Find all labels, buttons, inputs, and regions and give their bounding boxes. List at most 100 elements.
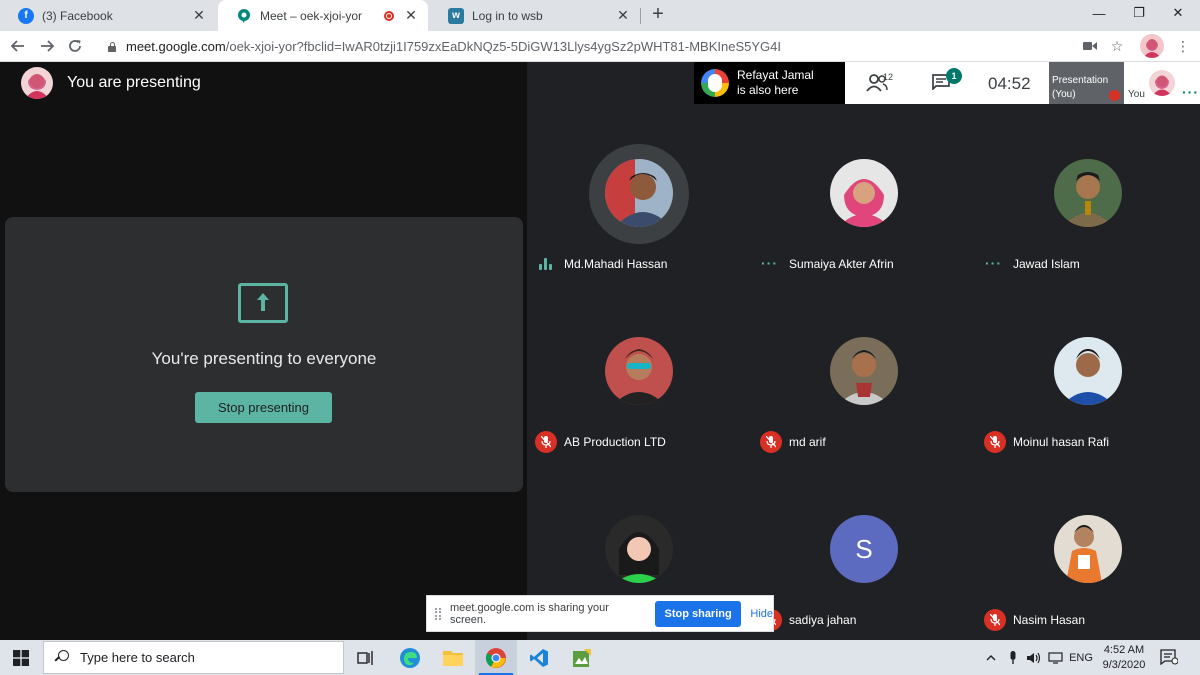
hide-button[interactable]: Hide [750, 608, 773, 620]
stop-sharing-button[interactable]: Stop sharing [654, 600, 742, 627]
chrome-icon[interactable] [475, 640, 517, 675]
stop-presenting-button[interactable]: Stop presenting [195, 392, 332, 423]
participant-name: AB Production LTD [564, 435, 666, 449]
notification-text: Refayat Jamal is also here [737, 68, 814, 98]
meet-window: You are presenting You're presenting to … [0, 62, 1200, 640]
more-options-icon[interactable]: ··· [1182, 84, 1199, 100]
participant-photo [1054, 515, 1122, 583]
edge-browser-icon[interactable] [389, 640, 431, 675]
presentation-area: You are presenting You're presenting to … [0, 62, 527, 640]
participant-tile[interactable]: AB Production LTD [527, 302, 751, 480]
profile-avatar[interactable] [1140, 34, 1164, 58]
self-tile-subtitle: (You) [1052, 89, 1076, 100]
file-explorer-icon[interactable] [432, 640, 474, 675]
participant-photo [1054, 159, 1122, 227]
participant-name: sadiya jahan [789, 613, 857, 627]
tab-title: Log in to wsb [472, 8, 543, 23]
microphone-icon[interactable] [1004, 640, 1022, 675]
participant-tile[interactable]: ··· Jawad Islam [976, 124, 1200, 302]
meet-icon [236, 7, 252, 24]
image-editor-icon[interactable] [561, 640, 603, 675]
mic-off-icon [984, 431, 1006, 453]
participant-tile[interactable]: md arif [752, 302, 976, 480]
reload-icon[interactable] [64, 35, 86, 57]
url-domain: meet.google.com [126, 39, 226, 54]
participant-photo [605, 337, 673, 405]
participant-tile[interactable]: Md.Mahadi Hassan [527, 124, 751, 302]
sharing-message: meet.google.com is sharing your screen. [449, 601, 609, 626]
url-path: /oek-xjoi-yor?fbclid=IwAR0tzji1I759zxEaD… [225, 39, 781, 54]
lock-icon[interactable] [107, 41, 117, 52]
drag-handle-icon[interactable] [435, 607, 441, 620]
notification-center-icon[interactable] [1160, 649, 1179, 666]
forward-icon[interactable] [36, 35, 58, 57]
participant-tile[interactable]: Moinul hasan Rafi [976, 302, 1200, 480]
participant-tile[interactable]: S sadiya jahan [752, 480, 976, 658]
activity-dots-icon: ··· [985, 255, 1002, 271]
address-bar[interactable]: meet.google.com/oek-xjoi-yor?fbclid=IwAR… [97, 34, 1137, 59]
avatar [21, 67, 53, 99]
participant-photo [830, 159, 898, 227]
back-icon[interactable] [7, 35, 29, 57]
windows-start-icon[interactable] [0, 640, 42, 675]
participant-photo [1054, 337, 1122, 405]
self-tile-title: Presentation [1052, 75, 1109, 86]
tab-separator [640, 8, 641, 24]
meeting-clock: 04:52 [988, 74, 1031, 93]
chrome-menu-icon[interactable]: ⋮ [1174, 37, 1192, 55]
activity-dots-icon: ··· [761, 255, 778, 271]
participant-name: md arif [789, 435, 826, 449]
close-tab-icon[interactable]: ✕ [190, 7, 208, 25]
speaking-wave-icon [539, 258, 553, 270]
taskbar-clock[interactable]: 4:52 AM 9/3/2020 [1098, 643, 1150, 673]
new-tab-icon[interactable]: + [648, 4, 668, 25]
avatar [701, 69, 729, 97]
mic-off-icon [760, 431, 782, 453]
bookmark-star-icon[interactable]: ☆ [1108, 37, 1126, 55]
network-icon[interactable] [1045, 640, 1065, 675]
mic-off-icon [984, 609, 1006, 631]
tab-facebook[interactable]: f (3) Facebook ✕ [0, 0, 216, 31]
avatar-initial: S [830, 515, 898, 583]
close-window-icon[interactable]: ✕ [1155, 0, 1200, 26]
page-title: You are presenting [67, 74, 201, 91]
notification-name: Refayat Jamal [737, 68, 814, 82]
participant-photo [605, 515, 673, 583]
language-indicator[interactable]: ENG [1066, 640, 1096, 675]
tab-title: Meet – oek-xjoi-yor [260, 8, 363, 23]
you-label: You [1128, 89, 1145, 100]
participant-photo [605, 159, 673, 227]
close-tab-icon[interactable]: ✕ [614, 7, 632, 25]
participant-name: Md.Mahadi Hassan [564, 257, 668, 271]
facebook-icon: f [18, 7, 34, 24]
taskbar-search-input[interactable]: Type here to search [43, 641, 344, 674]
notification-message: is also here [737, 83, 799, 97]
mic-off-icon [535, 431, 557, 453]
recording-indicator-icon [384, 10, 394, 21]
camera-in-use-icon[interactable] [1081, 37, 1099, 55]
volume-icon[interactable] [1024, 640, 1042, 675]
presenting-header: You are presenting [0, 62, 527, 104]
tab-meet[interactable]: Meet – oek-xjoi-yor ✕ [218, 0, 428, 31]
self-tile-label: Presentation (You) [1052, 74, 1108, 102]
show-hidden-icons-icon[interactable] [982, 640, 1000, 675]
participant-tile[interactable]: Nasim Hasan [976, 480, 1200, 658]
task-view-icon[interactable] [344, 640, 386, 675]
close-tab-icon[interactable]: ✕ [402, 7, 420, 25]
mic-off-icon [1109, 90, 1120, 101]
wsb-icon: w [448, 7, 464, 24]
participant-tile[interactable]: ··· Sumaiya Akter Afrin [752, 124, 976, 302]
participant-name: Moinul hasan Rafi [1013, 435, 1110, 449]
people-count: 12 [883, 72, 894, 82]
presenting-card: You're presenting to everyone Stop prese… [5, 217, 523, 492]
search-placeholder: Type here to search [80, 650, 195, 665]
presentation-self-tile[interactable]: Presentation (You) [1049, 62, 1124, 104]
join-notification: Refayat Jamal is also here [694, 62, 845, 104]
vscode-icon[interactable] [518, 640, 560, 675]
self-video-tile[interactable]: You ··· [1124, 62, 1200, 104]
tab-wsb[interactable]: w Log in to wsb ✕ [430, 0, 640, 31]
tab-title: (3) Facebook [42, 8, 113, 23]
browser-toolbar: meet.google.com/oek-xjoi-yor?fbclid=IwAR… [0, 31, 1200, 62]
windows-taskbar: Type here to search ENG 4:52 AM 9/3/2020 [0, 640, 1200, 675]
present-screen-icon [238, 283, 288, 323]
